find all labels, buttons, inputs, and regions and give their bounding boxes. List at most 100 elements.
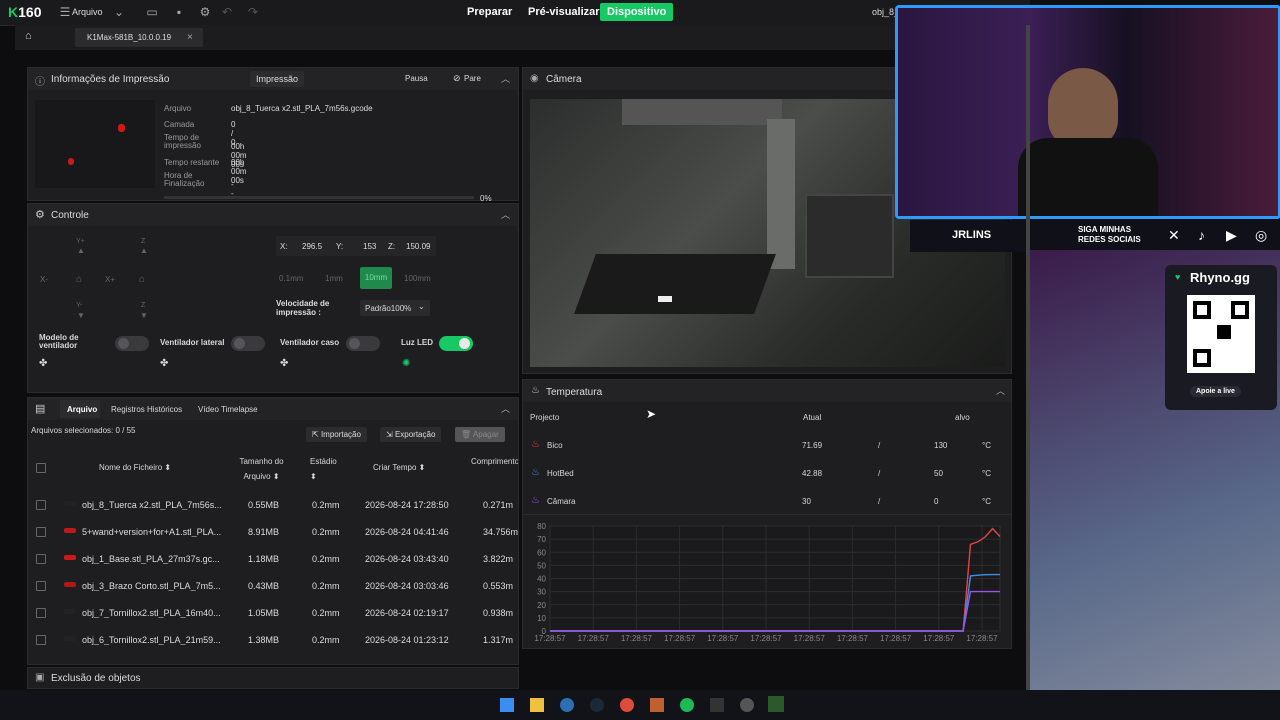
table-row[interactable]: 5+wand+version+for+A1.stl_PLA... 8.91MB … xyxy=(28,524,518,544)
row-checkbox[interactable] xyxy=(36,581,46,591)
col-length[interactable]: Comprimento consumível xyxy=(471,454,518,469)
print-tab[interactable]: Impressão xyxy=(250,71,305,87)
speed-select[interactable]: Padrão100% ⌄ xyxy=(360,300,430,316)
windows-icon[interactable] xyxy=(500,698,514,712)
spotify-icon[interactable] xyxy=(680,698,694,712)
app-icon[interactable] xyxy=(560,698,574,712)
y-label: Y: xyxy=(336,242,344,251)
y-plus-button[interactable]: Y+ xyxy=(76,238,85,245)
folder-app-icon[interactable] xyxy=(530,698,544,712)
folder-icon[interactable]: ▭ xyxy=(145,5,159,19)
temperature-row: ♨ HotBed 42.88 / 50 °C xyxy=(523,465,1011,485)
field-label: Arquivo xyxy=(164,104,192,113)
scrollbar[interactable] xyxy=(1026,25,1030,690)
fan-model-toggle[interactable] xyxy=(115,336,149,351)
mouse-cursor: ➤ xyxy=(646,407,657,421)
terminal-icon[interactable] xyxy=(710,698,724,712)
step-100mm[interactable]: 100mm xyxy=(404,274,431,283)
nav-device[interactable]: Dispositivo xyxy=(600,3,674,21)
app-icon[interactable] xyxy=(650,698,664,712)
gear-icon[interactable]: ⚙ xyxy=(198,5,212,19)
field-label: Tempo restante xyxy=(164,158,220,167)
file-length: 0.271m xyxy=(483,500,514,510)
target-temp-input[interactable]: 0 °C xyxy=(926,493,1006,509)
nav-prepare[interactable]: Preparar xyxy=(467,6,512,18)
nav-preview[interactable]: Pré-visualizar xyxy=(528,6,600,18)
home-icon[interactable]: ⌂ xyxy=(139,274,145,285)
chrome-icon[interactable] xyxy=(620,698,634,712)
table-row[interactable]: obj_8_Tuerca x2.stl_PLA_7m56s... 0.55MB … xyxy=(28,497,518,517)
y-tick-label: 30 xyxy=(537,588,546,597)
youtube-icon: ▶ xyxy=(1226,227,1237,243)
row-checkbox[interactable] xyxy=(36,527,46,537)
z-up-button[interactable]: Z xyxy=(141,238,145,245)
home-icon[interactable]: ⌂ xyxy=(25,30,32,42)
x-tick-label: 17:28:57 xyxy=(923,634,955,643)
col-stage[interactable]: Estádio ⬍ xyxy=(310,454,350,484)
export-button[interactable]: ⇲ Exportação xyxy=(380,427,442,442)
select-all-checkbox[interactable] xyxy=(36,463,46,473)
speed-label: Velocidade de impressão : xyxy=(276,299,330,317)
table-row[interactable]: obj_7_Tornillox2.stl_PLA_16m40... 1.05MB… xyxy=(28,605,518,625)
files-header: ▤ Arquivo Registros Históricos Vídeo Tim… xyxy=(28,398,518,420)
col-created[interactable]: Criar Tempo ⬍ xyxy=(373,463,425,472)
exclusion-icon: ▣ xyxy=(35,672,45,683)
step-10mm[interactable]: 10mm xyxy=(360,267,392,289)
col-size[interactable]: Tamanho do Arquivo ⬍ xyxy=(234,454,289,484)
import-button[interactable]: ⇱ Importação xyxy=(306,427,367,442)
arrow-down-icon: ▼ xyxy=(140,311,148,320)
led-toggle[interactable] xyxy=(439,336,473,351)
redo-icon[interactable]: ↷ xyxy=(246,5,260,19)
flame-icon: ♨ xyxy=(531,495,540,506)
collapse-icon[interactable]: ︿ xyxy=(501,402,510,415)
fan-case-toggle[interactable] xyxy=(346,336,380,351)
x-minus-button[interactable]: X- xyxy=(40,275,48,284)
delete-button[interactable]: 🗑 Apagar xyxy=(455,427,505,442)
save-icon[interactable]: ▪ xyxy=(172,5,186,19)
file-menu[interactable]: Arquivo xyxy=(72,7,103,17)
light-icon: ✺ xyxy=(402,358,411,369)
separator: / xyxy=(878,469,881,478)
step-1mm[interactable]: 1mm xyxy=(325,274,343,283)
top-bar: K160 ☰ Arquivo ⌄ ▭ ▪ ⚙ ↶ ↷ Preparar Pré-… xyxy=(0,0,1030,26)
obs-icon[interactable] xyxy=(740,698,754,712)
qr-marker xyxy=(1231,301,1249,319)
file-thumbnail xyxy=(64,528,76,533)
pause-button[interactable]: Pausa xyxy=(405,74,428,83)
slicer-icon[interactable] xyxy=(768,696,784,712)
collapse-icon[interactable]: ︿ xyxy=(501,72,510,85)
tab-timelapse[interactable]: Vídeo Timelapse xyxy=(198,405,258,414)
z-down-button[interactable]: Z xyxy=(141,302,145,309)
tab-device[interactable]: K1Max-581B_10.0.0.19 × xyxy=(75,28,203,47)
collapse-icon[interactable]: ︿ xyxy=(501,208,510,221)
file-stage: 0.2mm xyxy=(312,554,340,564)
tiktok-icon: ♪ xyxy=(1198,227,1205,243)
tab-file[interactable]: Arquivo xyxy=(60,400,100,418)
table-row[interactable]: obj_3_Brazo Corto.stl_PLA_7m5... 0.43MB … xyxy=(28,578,518,598)
file-size: 0.55MB xyxy=(248,500,280,510)
row-checkbox[interactable] xyxy=(36,554,46,564)
stop-icon[interactable]: ⊘ xyxy=(453,73,461,84)
home-icon[interactable]: ⌂ xyxy=(76,274,82,285)
row-checkbox[interactable] xyxy=(36,500,46,510)
collapse-icon[interactable]: ︿ xyxy=(996,384,1005,397)
exclusion-panel[interactable]: ▣ Exclusão de objetos xyxy=(27,667,519,689)
undo-icon[interactable]: ↶ xyxy=(220,5,234,19)
tab-history[interactable]: Registros Históricos xyxy=(111,405,182,414)
x-plus-button[interactable]: X+ xyxy=(105,275,115,284)
chevron-down-icon[interactable]: ⌄ xyxy=(112,5,126,19)
target-temp-input[interactable]: 50 °C xyxy=(926,465,1006,481)
stop-button[interactable]: Pare xyxy=(464,74,481,83)
close-icon[interactable]: × xyxy=(187,32,193,43)
steam-icon[interactable] xyxy=(590,698,604,712)
file-name: 5+wand+version+for+A1.stl_PLA... xyxy=(82,527,222,537)
col-name[interactable]: Nome do Ficheiro ⬍ xyxy=(99,463,171,472)
sensor-name: HotBed xyxy=(547,469,574,478)
y-minus-button[interactable]: Y- xyxy=(76,302,82,309)
hamburger-icon[interactable]: ☰ xyxy=(58,5,72,19)
target-temp-input[interactable]: 130 °C xyxy=(926,437,1006,453)
table-row[interactable]: obj_1_Base.stl_PLA_27m37s.gc... 1.18MB 0… xyxy=(28,551,518,571)
row-checkbox[interactable] xyxy=(36,608,46,618)
fan-side-toggle[interactable] xyxy=(231,336,265,351)
step-0-1mm[interactable]: 0.1mm xyxy=(279,274,303,283)
